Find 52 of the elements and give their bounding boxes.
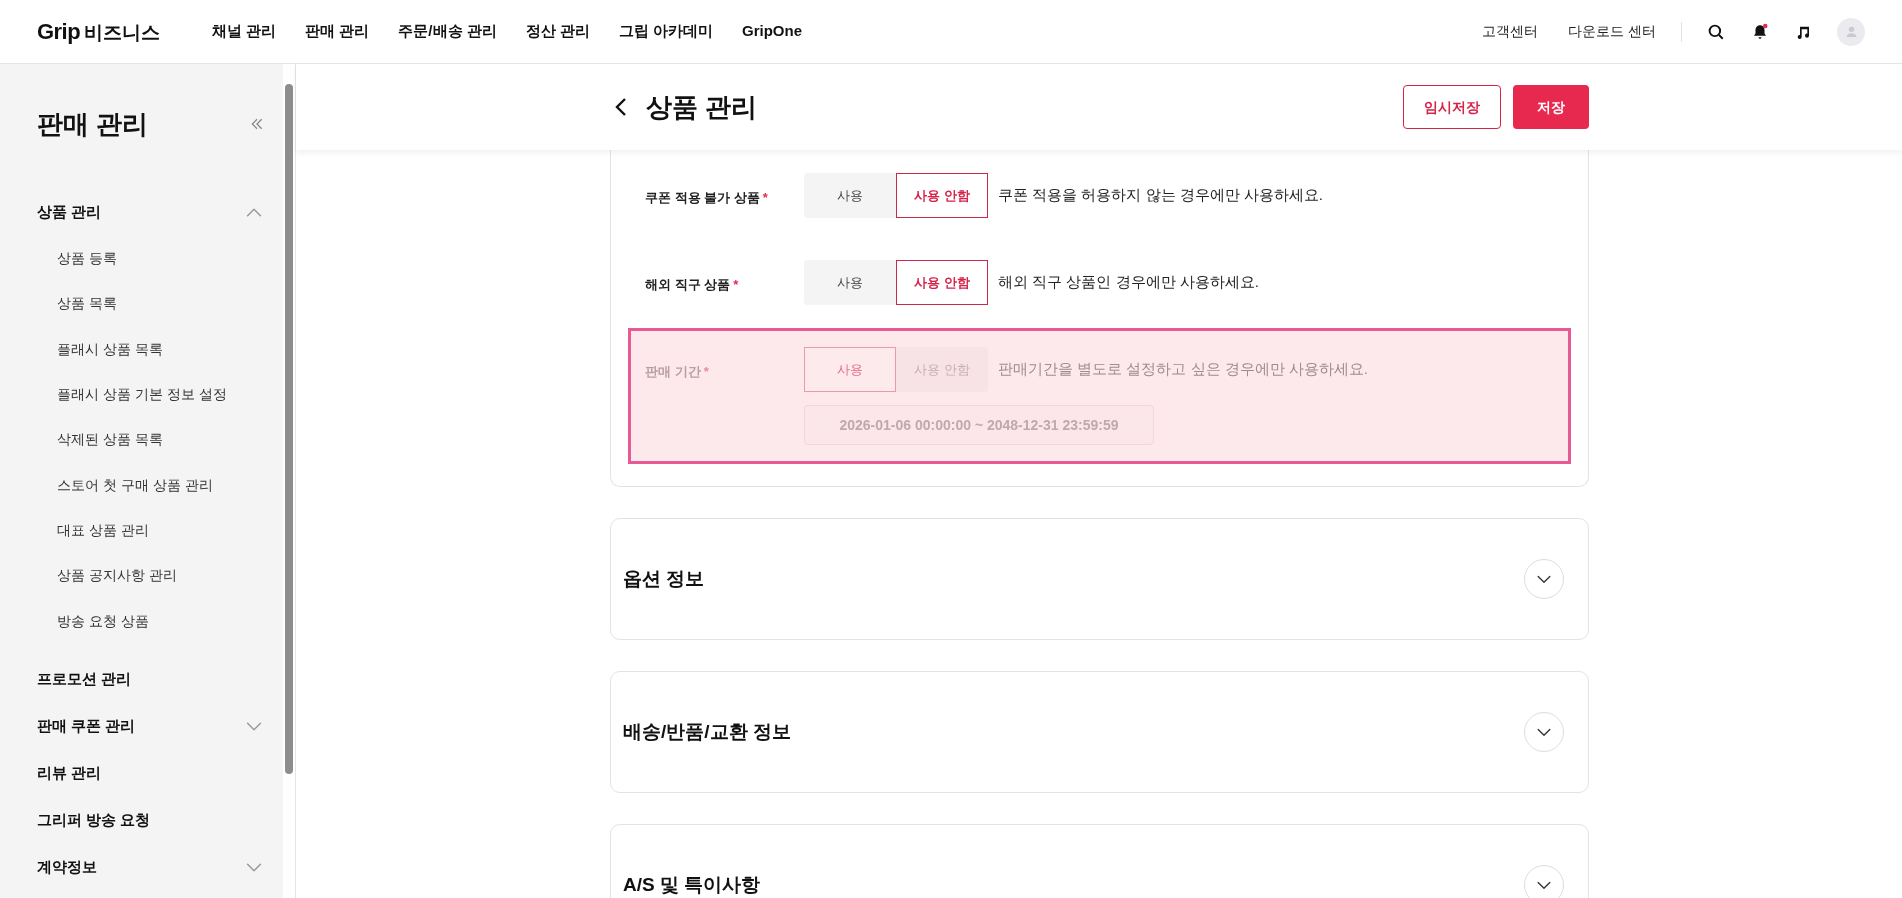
section-card[interactable]: 배송/반품/교환 정보 [610, 671, 1589, 793]
sidebar-item[interactable]: 프로모션 관리 [37, 667, 132, 691]
sidebar-subitem[interactable]: 스토어 첫 구매 상품 관리 [57, 474, 213, 496]
sidebar-item[interactable]: 계약정보 [37, 855, 97, 879]
nav-link[interactable]: 채널 관리 [212, 20, 277, 43]
toggle-option[interactable]: 사용 안함 [896, 260, 988, 305]
sidebar-subitem[interactable]: 방송 요청 상품 [57, 610, 149, 632]
sidebar-subitem[interactable]: 플래시 상품 목록 [57, 338, 163, 360]
sidebar-subitem[interactable]: 상품 공지사항 관리 [57, 565, 177, 587]
top-link[interactable]: 다운로드 센터 [1568, 21, 1656, 42]
nav-link[interactable]: GripOne [742, 20, 803, 43]
draft-save-button[interactable]: 임시저장 [1403, 85, 1501, 129]
hint-text: 판매기간을 별도로 설정하고 싶은 경우에만 사용하세요. [998, 359, 1368, 380]
nav-link[interactable]: 정산 관리 [525, 20, 590, 43]
required-mark: * [762, 190, 768, 205]
sidebar-subitem[interactable]: 상품 등록 [57, 248, 117, 270]
sidebar-subitem[interactable]: 플래시 상품 기본 정보 설정 [57, 384, 227, 406]
sidebar-item[interactable]: 상품 관리 [37, 201, 102, 224]
logo[interactable]: Grip [37, 15, 81, 48]
section-card[interactable]: 옵션 정보 [610, 518, 1589, 640]
hint-text: 쿠폰 적용을 허용하지 않는 경우에만 사용하세요. [998, 185, 1323, 206]
sidebar-item[interactable]: 그리퍼 방송 요청 [37, 808, 151, 832]
section-title: A/S 및 특이사항 [623, 872, 761, 897]
hint-text: 해외 직구 상품인 경우에만 사용하세요. [998, 272, 1259, 293]
collapse-icon[interactable] [249, 116, 265, 132]
sidebar-item[interactable]: 리뷰 관리 [37, 761, 102, 785]
bell-icon[interactable] [1751, 22, 1769, 41]
scrollbar[interactable] [283, 64, 295, 898]
logo-suffix: 비즈니스 [84, 21, 161, 45]
nav-link[interactable]: 주문/배송 관리 [398, 20, 497, 43]
page-title: 상품 관리 [646, 90, 758, 124]
field-label: 판매 기간 [645, 364, 701, 379]
sidebar-subitem[interactable]: 상품 목록 [57, 293, 117, 315]
field-label: 해외 직구 상품 [645, 277, 731, 292]
save-button[interactable]: 저장 [1513, 85, 1589, 129]
top-link[interactable]: 고객센터 [1482, 21, 1539, 42]
toggle-option[interactable]: 사용 [804, 173, 896, 218]
field-label: 쿠폰 적용 불가 상품 [645, 190, 760, 205]
sidebar-subitem[interactable]: 대표 상품 관리 [57, 519, 149, 541]
required-mark: * [703, 364, 709, 379]
required-mark: * [733, 277, 739, 292]
toggle-option[interactable]: 사용 [804, 260, 896, 305]
nav-link[interactable]: 판매 관리 [305, 20, 370, 43]
search-icon[interactable] [1707, 22, 1725, 41]
nav-link[interactable]: 그립 아카데미 [618, 20, 714, 43]
sidebar-title: 판매 관리 [37, 107, 149, 141]
section-card[interactable]: A/S 및 특이사항 [610, 824, 1589, 898]
toggle-option[interactable]: 사용 안함 [896, 173, 988, 218]
section-title: 옵션 정보 [623, 566, 705, 591]
sidebar-subitem[interactable]: 삭제된 상품 목록 [57, 429, 163, 451]
sidebar-item[interactable]: 판매 쿠폰 관리 [37, 714, 136, 738]
section-title: 배송/반품/교환 정보 [623, 719, 791, 744]
